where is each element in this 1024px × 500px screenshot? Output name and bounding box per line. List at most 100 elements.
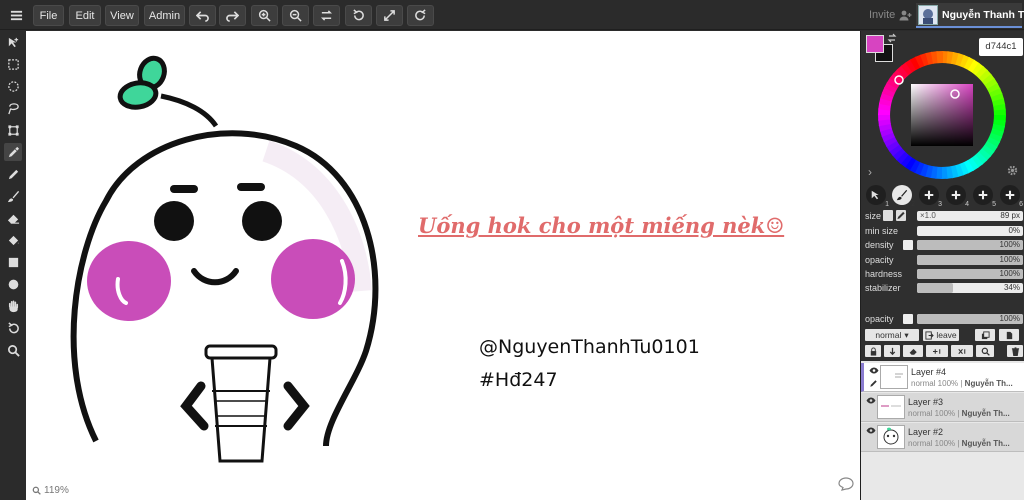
fit-view-button[interactable] (376, 5, 403, 26)
zoom-level: 119% (44, 485, 69, 496)
lock-layer-button[interactable] (865, 345, 881, 357)
add-user-icon (899, 10, 912, 20)
delete-layer-button[interactable] (1007, 345, 1023, 357)
move-tool[interactable] (4, 33, 22, 51)
file-menu-button[interactable]: File (33, 5, 64, 26)
eye-icon[interactable] (866, 427, 876, 434)
size-value: 89 px (1000, 211, 1020, 220)
brush-slot-6[interactable]: 6 (1000, 185, 1023, 208)
brush-slot-1[interactable]: 1 (866, 185, 889, 208)
pen-tool[interactable] (4, 165, 22, 183)
brush-settings-button[interactable] (1007, 165, 1018, 179)
exit-icon (925, 330, 935, 340)
fill-tool[interactable] (4, 231, 22, 249)
chat-button[interactable] (838, 477, 854, 494)
zoom-in-button[interactable] (251, 5, 278, 26)
lasso-icon (7, 102, 19, 114)
layer-name: Layer #2 (908, 427, 944, 437)
zoom-tool[interactable] (4, 341, 22, 359)
rectangle-tool[interactable] (4, 253, 22, 271)
min-size-slider[interactable]: 0% (917, 226, 1023, 236)
zoom-out-button[interactable] (282, 5, 309, 26)
ellipse-select-tool[interactable] (4, 77, 22, 95)
layer-meta: normal 100% | Nguyễn Th... (908, 439, 1010, 448)
lasso-tool[interactable] (4, 99, 22, 117)
stabilizer-slider[interactable]: 34% (917, 283, 1023, 293)
hand-tool[interactable] (4, 297, 22, 315)
layer-opacity-slider[interactable]: 100% (917, 314, 1023, 324)
layer-lock-alpha-checkbox[interactable] (903, 314, 913, 324)
undo-icon (196, 11, 209, 22)
duplicate-layer-button[interactable] (975, 329, 995, 341)
layer-item-4[interactable]: Layer #4 normal 100% | Nguyễn Th... (861, 363, 1024, 392)
density-slider[interactable]: 100% (917, 240, 1023, 250)
undo-button[interactable] (189, 5, 216, 26)
zoom-indicator[interactable]: 119% (32, 485, 69, 496)
redo-button[interactable] (219, 5, 246, 26)
chat-bubble-icon (838, 477, 854, 491)
brush-slot-5[interactable]: 5 (973, 185, 996, 208)
eye-icon[interactable] (869, 367, 879, 374)
view-menu-button[interactable]: View (105, 5, 139, 26)
eye-icon[interactable] (866, 397, 876, 404)
eyedropper-tool[interactable] (4, 143, 22, 161)
rotate-left-button[interactable] (345, 5, 372, 26)
layer-thumbnail (880, 365, 908, 389)
swap-colors-button[interactable] (887, 33, 897, 46)
zoom-in-icon (258, 9, 271, 22)
min-size-row: min size 0% (865, 225, 1023, 237)
expand-chevron-icon[interactable]: › (868, 165, 872, 179)
hardness-slider[interactable]: 100% (917, 269, 1023, 279)
density-pressure-checkbox[interactable] (903, 240, 913, 250)
size-pen-toggle[interactable] (896, 210, 906, 221)
rect-select-tool[interactable] (4, 55, 22, 73)
layer-tools-row (865, 345, 1023, 357)
caption-text: Uống hok cho một miếng nèk☺ (418, 213, 785, 238)
fill-layer-button[interactable] (926, 345, 948, 357)
ellipse-tool[interactable] (4, 275, 22, 293)
flip-view-button[interactable] (313, 5, 340, 26)
layer-thumbnail (877, 425, 905, 449)
brush-icon (896, 189, 908, 201)
current-user-chip[interactable]: Nguyễn Thanh Tú (916, 3, 1024, 28)
brush-tool[interactable] (4, 187, 22, 205)
plus-icon (978, 190, 988, 200)
new-page-icon (1006, 331, 1012, 339)
stabilizer-row: stabilizer 34% (865, 282, 1023, 294)
transform-tool[interactable] (4, 121, 22, 139)
redo-icon (226, 11, 239, 22)
eraser-icon (909, 348, 917, 355)
brush-slot-4[interactable]: 4 (946, 185, 969, 208)
new-layer-button[interactable] (999, 329, 1019, 341)
remove-layer-content-button[interactable] (951, 345, 973, 357)
avatar (918, 4, 938, 25)
clear-layer-button[interactable] (903, 345, 923, 357)
hamburger-icon (10, 10, 22, 21)
hamburger-menu-button[interactable] (5, 5, 27, 26)
brush-slot-2[interactable]: 2 (892, 185, 915, 208)
layer-item-2[interactable]: Layer #2 normal 100% | Nguyễn Th... (861, 423, 1024, 452)
blend-mode-value: normal (875, 330, 902, 340)
edit-menu-button[interactable]: Edit (69, 5, 101, 26)
eraser-tool[interactable] (4, 209, 22, 227)
size-pressure-toggle[interactable] (883, 210, 893, 221)
rotate-tool[interactable] (4, 319, 22, 337)
drawing-canvas[interactable]: Uống hok cho một miếng nèk☺ @NguyenThanh… (26, 31, 860, 500)
invite-button[interactable]: Invite (869, 9, 912, 21)
tool-palette (0, 31, 26, 500)
size-slider[interactable]: ×1.0 89 px (917, 211, 1023, 221)
merge-down-button[interactable] (884, 345, 900, 357)
chibi-character-drawing (70, 55, 379, 463)
layer-item-3[interactable]: Layer #3 normal 100% | Nguyễn Th... (861, 393, 1024, 422)
rotate-right-button[interactable] (407, 5, 434, 26)
brush-slot-3[interactable]: 3 (919, 185, 942, 208)
blend-mode-select[interactable]: normal ▾ (865, 329, 919, 341)
color-wheel[interactable] (878, 51, 1006, 179)
rotate-left-icon (353, 9, 364, 21)
plus-icon (924, 190, 934, 200)
gear-icon (1007, 165, 1018, 176)
leave-layer-button[interactable]: leave (923, 329, 959, 341)
search-layer-button[interactable] (976, 345, 994, 357)
opacity-slider[interactable]: 100% (917, 255, 1023, 265)
admin-menu-button[interactable]: Admin (144, 5, 185, 26)
